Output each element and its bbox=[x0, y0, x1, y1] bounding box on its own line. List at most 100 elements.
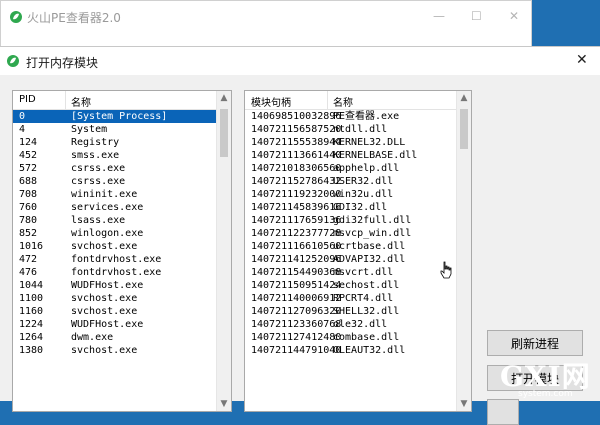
module-handle-cell: 140721018306560 bbox=[251, 163, 342, 174]
scroll-up-icon[interactable]: ▲ bbox=[457, 91, 471, 105]
module-name-cell: ole32.dll bbox=[333, 319, 388, 330]
module-handle-cell: 140721141252096 bbox=[251, 254, 342, 265]
pid-cell: 4 bbox=[19, 124, 26, 135]
module-row[interactable]: 140721116610560 ucrtbase.dll bbox=[245, 240, 456, 253]
process-row[interactable]: 1016 svchost.exe bbox=[13, 240, 216, 253]
module-handle-cell: 140721116610560 bbox=[251, 241, 342, 252]
module-row[interactable]: 140721119232000 win32u.dll bbox=[245, 188, 456, 201]
scroll-thumb[interactable] bbox=[220, 109, 228, 157]
module-name-cell: msvcp_win.dll bbox=[333, 228, 412, 239]
module-row[interactable]: 140721140006912 RPCRT4.dll bbox=[245, 292, 456, 305]
process-row[interactable]: 124 Registry bbox=[13, 136, 216, 149]
open-module-dialog: 打开内存模块 ✕ PID 名称 0 [System Process] 4 System… bbox=[0, 46, 600, 425]
main-window-title: 火山PE查看器2.0 bbox=[27, 11, 121, 25]
module-row[interactable]: 140721122377728 msvcp_win.dll bbox=[245, 227, 456, 240]
module-row[interactable]: 140721123360768 ole32.dll bbox=[245, 318, 456, 331]
module-name-cell: GDI32.dll bbox=[333, 202, 388, 213]
process-row[interactable]: 476 fontdrvhost.exe bbox=[13, 266, 216, 279]
module-row[interactable]: 140721127096320 SHELL32.dll bbox=[245, 305, 456, 318]
module-name-cell: combase.dll bbox=[333, 332, 400, 343]
refresh-processes-button[interactable]: 刷新进程 bbox=[487, 330, 583, 356]
process-row[interactable]: 1100 svchost.exe bbox=[13, 292, 216, 305]
module-row[interactable]: 140721152786432 USER32.dll bbox=[245, 175, 456, 188]
module-row[interactable]: 140698510032896 PE查看器.exe bbox=[245, 110, 456, 123]
module-name-cell: ADVAPI32.dll bbox=[333, 254, 406, 265]
process-row[interactable]: 780 lsass.exe bbox=[13, 214, 216, 227]
dialog-titlebar: 打开内存模块 ✕ bbox=[0, 47, 600, 75]
dialog-close-icon[interactable]: ✕ bbox=[576, 52, 588, 68]
module-row[interactable]: 140721155538944 KERNEL32.DLL bbox=[245, 136, 456, 149]
module-row[interactable]: 140721154490368 msvcrt.dll bbox=[245, 266, 456, 279]
module-name-cell: KERNEL32.DLL bbox=[333, 137, 406, 148]
process-name-cell: Registry bbox=[71, 137, 120, 148]
module-handle-cell: 140721117659136 bbox=[251, 215, 342, 226]
pid-cell: 1160 bbox=[19, 306, 44, 317]
pid-cell: 472 bbox=[19, 254, 38, 265]
module-list-header: 模块句柄 名称 bbox=[245, 91, 471, 110]
process-name-cell: csrss.exe bbox=[71, 163, 126, 174]
process-row[interactable]: 1044 WUDFHost.exe bbox=[13, 279, 216, 292]
column-header-module-name[interactable]: 名称 bbox=[333, 94, 353, 109]
module-row[interactable]: 140721117659136 gdi32full.dll bbox=[245, 214, 456, 227]
watermark: GXI网 system.com bbox=[500, 355, 598, 400]
column-header-name[interactable]: 名称 bbox=[71, 94, 91, 109]
module-row[interactable]: 140721113661440 KERNELBASE.dll bbox=[245, 149, 456, 162]
module-name-cell: gdi32full.dll bbox=[333, 215, 412, 226]
module-row[interactable]: 140721127412480 combase.dll bbox=[245, 331, 456, 344]
module-name-cell: RPCRT4.dll bbox=[333, 293, 394, 304]
maximize-icon[interactable]: ☐ bbox=[471, 9, 482, 23]
scroll-down-icon[interactable]: ▼ bbox=[457, 397, 471, 411]
process-row[interactable]: 1224 WUDFHost.exe bbox=[13, 318, 216, 331]
process-row[interactable]: 1264 dwm.exe bbox=[13, 331, 216, 344]
module-list-scrollbar[interactable]: ▲ ▼ bbox=[456, 91, 471, 411]
process-name-cell: fontdrvhost.exe bbox=[71, 254, 162, 265]
module-handle-cell: 140721122377728 bbox=[251, 228, 342, 239]
module-row[interactable]: 140721144791040 OLEAUT32.dll bbox=[245, 344, 456, 357]
process-row[interactable]: 1160 svchost.exe bbox=[13, 305, 216, 318]
scroll-up-icon[interactable]: ▲ bbox=[217, 91, 231, 105]
module-row[interactable]: 140721141252096 ADVAPI32.dll bbox=[245, 253, 456, 266]
process-name-cell: csrss.exe bbox=[71, 176, 126, 187]
module-handle-cell: 140721113661440 bbox=[251, 150, 342, 161]
minimize-icon[interactable]: — bbox=[433, 9, 445, 23]
process-row[interactable]: 572 csrss.exe bbox=[13, 162, 216, 175]
module-row[interactable]: 140721156587520 ntdll.dll bbox=[245, 123, 456, 136]
process-row[interactable]: 688 csrss.exe bbox=[13, 175, 216, 188]
process-name-cell: System bbox=[71, 124, 108, 135]
pid-cell: 688 bbox=[19, 176, 38, 187]
partial-button[interactable] bbox=[487, 399, 519, 425]
process-list[interactable]: PID 名称 0 [System Process] 4 System 124 Regist… bbox=[12, 90, 232, 412]
module-name-cell: KERNELBASE.dll bbox=[333, 150, 418, 161]
column-header-handle[interactable]: 模块句柄 bbox=[251, 94, 291, 109]
process-row[interactable]: 1380 svchost.exe bbox=[13, 344, 216, 357]
process-row[interactable]: 4 System bbox=[13, 123, 216, 136]
process-row[interactable]: 472 fontdrvhost.exe bbox=[13, 253, 216, 266]
close-icon[interactable]: ✕ bbox=[509, 9, 519, 23]
process-name-cell: svchost.exe bbox=[71, 241, 138, 252]
pid-cell: 1264 bbox=[19, 332, 44, 343]
process-row[interactable]: 760 services.exe bbox=[13, 201, 216, 214]
process-row[interactable]: 0 [System Process] bbox=[13, 110, 216, 123]
module-row[interactable]: 140721018306560 apphelp.dll bbox=[245, 162, 456, 175]
pid-cell: 476 bbox=[19, 267, 38, 278]
module-row[interactable]: 140721145839616 GDI32.dll bbox=[245, 201, 456, 214]
module-list[interactable]: 模块句柄 名称 140698510032896 PE查看器.exe 14072115… bbox=[244, 90, 472, 412]
column-divider[interactable] bbox=[327, 91, 328, 109]
process-row[interactable]: 708 wininit.exe bbox=[13, 188, 216, 201]
module-handle-cell: 140721150951424 bbox=[251, 280, 342, 291]
app-leaf-icon bbox=[10, 11, 22, 23]
module-row[interactable]: 140721150951424 sechost.dll bbox=[245, 279, 456, 292]
module-name-cell: ntdll.dll bbox=[333, 124, 388, 135]
scroll-down-icon[interactable]: ▼ bbox=[217, 397, 231, 411]
module-name-cell: win32u.dll bbox=[333, 189, 394, 200]
process-name-cell: WUDFHost.exe bbox=[71, 319, 144, 330]
module-handle-cell: 140721140006912 bbox=[251, 293, 342, 304]
hand-pointer-icon bbox=[440, 261, 452, 279]
scroll-thumb[interactable] bbox=[460, 109, 468, 149]
process-name-cell: wininit.exe bbox=[71, 189, 138, 200]
column-header-pid[interactable]: PID bbox=[19, 94, 36, 105]
process-row[interactable]: 852 winlogon.exe bbox=[13, 227, 216, 240]
process-row[interactable]: 452 smss.exe bbox=[13, 149, 216, 162]
column-divider[interactable] bbox=[65, 91, 66, 109]
process-list-scrollbar[interactable]: ▲ ▼ bbox=[216, 91, 231, 411]
